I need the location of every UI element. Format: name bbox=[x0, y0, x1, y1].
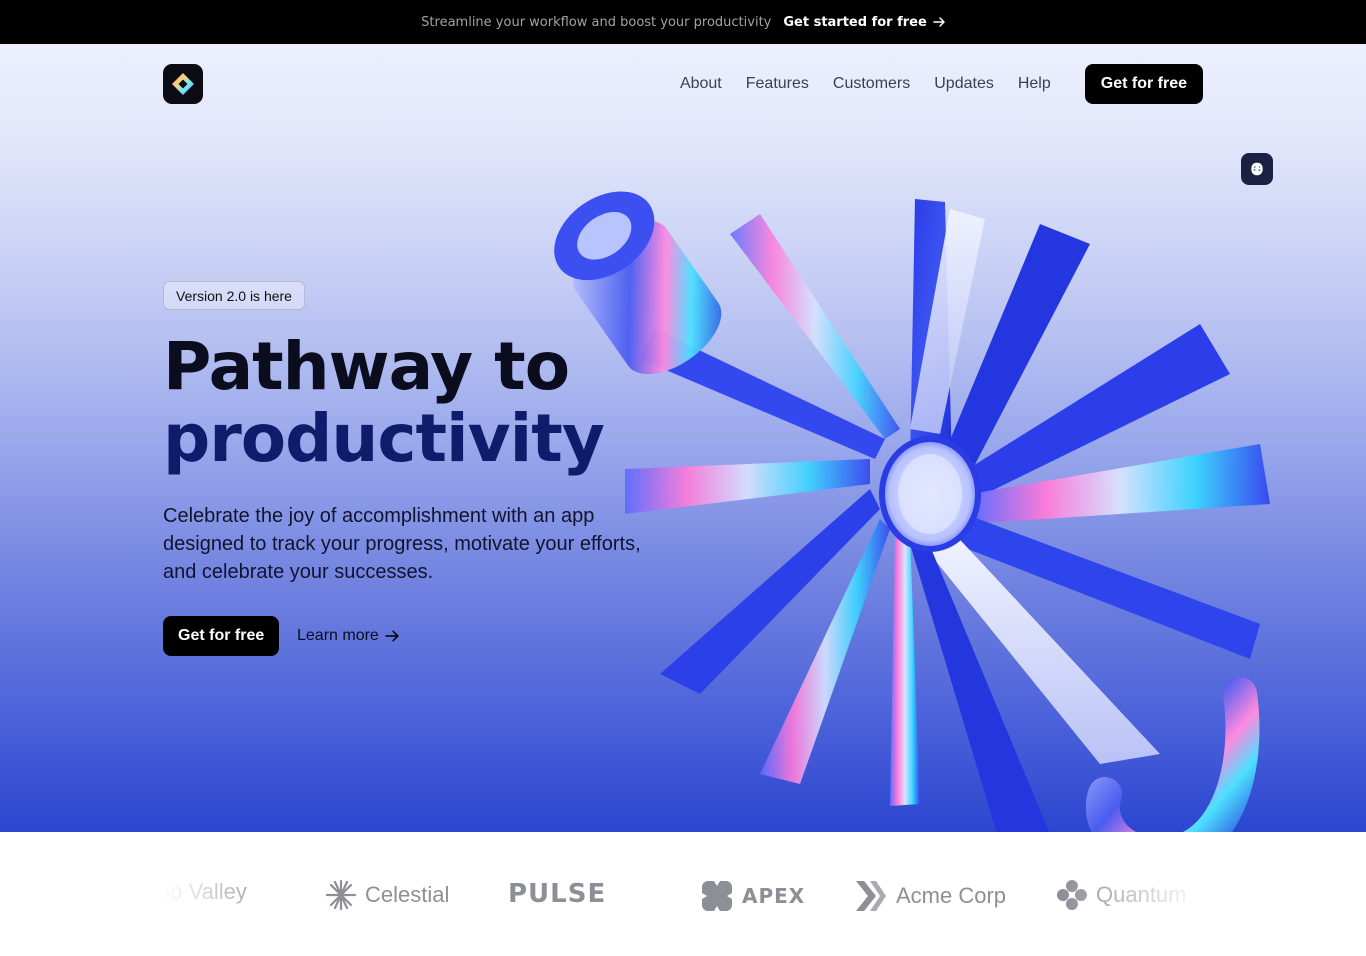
nav-link-help[interactable]: Help bbox=[1018, 75, 1051, 93]
hero-3d-illustration bbox=[554, 191, 1270, 832]
customer-logos: no Valley Celestial PULSE APEX Acme Corp… bbox=[163, 832, 1203, 956]
nav-links: About Features Customers Updates Help Ge… bbox=[656, 64, 1203, 104]
announcement-cta-link[interactable]: Get started for free bbox=[783, 14, 945, 30]
hero-get-for-free-button[interactable]: Get for free bbox=[163, 616, 280, 656]
customer-logo-label: Quantum bbox=[1096, 882, 1187, 907]
nav-get-for-free-button[interactable]: Get for free bbox=[1084, 64, 1203, 104]
customer-logo-apex: APEX bbox=[700, 879, 805, 913]
hero-section: About Features Customers Updates Help Ge… bbox=[0, 44, 1366, 832]
asterisk-icon bbox=[325, 879, 357, 911]
customer-logo-echo-valley: no Valley bbox=[163, 879, 247, 905]
nav-link-updates[interactable]: Updates bbox=[934, 75, 994, 93]
customer-logo-label: APEX bbox=[742, 884, 806, 908]
announcement-cta-label: Get started for free bbox=[783, 14, 927, 30]
announcement-bar: Streamline your workflow and boost your … bbox=[0, 0, 1366, 44]
chevrons-icon bbox=[856, 881, 886, 911]
flower-icon bbox=[1057, 880, 1087, 910]
learn-more-label: Learn more bbox=[297, 627, 379, 644]
diamond-logo-icon bbox=[172, 73, 194, 95]
nav-link-customers[interactable]: Customers bbox=[833, 75, 910, 93]
main-nav: About Features Customers Updates Help Ge… bbox=[163, 64, 1203, 104]
announcement-message: Streamline your workflow and boost your … bbox=[421, 14, 772, 30]
nav-link-features[interactable]: Features bbox=[746, 75, 809, 93]
customer-logo-quantum: Quantum bbox=[1056, 879, 1187, 911]
customer-logo-label: Celestial bbox=[365, 882, 450, 907]
customer-logo-label: PULSE bbox=[508, 879, 607, 909]
customer-logo-acme-corp: Acme Corp bbox=[854, 879, 1006, 913]
nav-link-about[interactable]: About bbox=[680, 75, 722, 93]
customer-logo-pulse: PULSE bbox=[508, 879, 606, 909]
arrow-right-icon bbox=[385, 630, 399, 642]
version-badge: Version 2.0 is here bbox=[163, 281, 305, 310]
customer-logo-label: Acme Corp bbox=[896, 883, 1007, 908]
brand-logo[interactable] bbox=[163, 64, 203, 104]
arrow-right-icon bbox=[933, 17, 945, 27]
customer-logo-label: no Valley bbox=[163, 879, 247, 904]
apex-shape-icon bbox=[702, 881, 732, 911]
customer-logo-celestial: Celestial bbox=[325, 879, 449, 911]
hero-learn-more-link[interactable]: Learn more bbox=[297, 616, 399, 656]
